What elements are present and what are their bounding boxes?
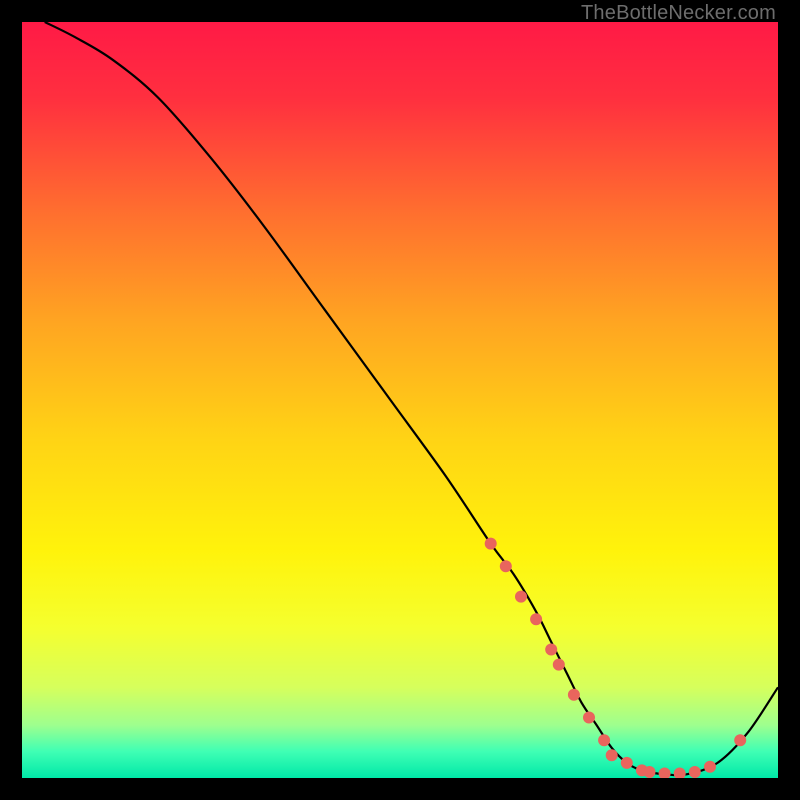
- data-point: [734, 734, 746, 746]
- data-point: [530, 613, 542, 625]
- data-point: [568, 689, 580, 701]
- data-point: [606, 749, 618, 761]
- data-point: [674, 768, 686, 779]
- data-point: [485, 538, 497, 550]
- data-point: [644, 766, 656, 778]
- bottleneck-curve: [45, 22, 778, 775]
- data-point: [621, 757, 633, 769]
- data-point: [553, 659, 565, 671]
- data-markers: [485, 538, 747, 778]
- data-point: [598, 734, 610, 746]
- plot-area: [22, 22, 778, 778]
- data-point: [659, 768, 671, 779]
- curve-layer: [22, 22, 778, 778]
- data-point: [515, 591, 527, 603]
- chart-stage: TheBottleNecker.com: [0, 0, 800, 800]
- data-point: [704, 761, 716, 773]
- data-point: [545, 644, 557, 656]
- watermark-text: TheBottleNecker.com: [581, 2, 776, 25]
- data-point: [500, 560, 512, 572]
- data-point: [583, 712, 595, 724]
- data-point: [689, 766, 701, 778]
